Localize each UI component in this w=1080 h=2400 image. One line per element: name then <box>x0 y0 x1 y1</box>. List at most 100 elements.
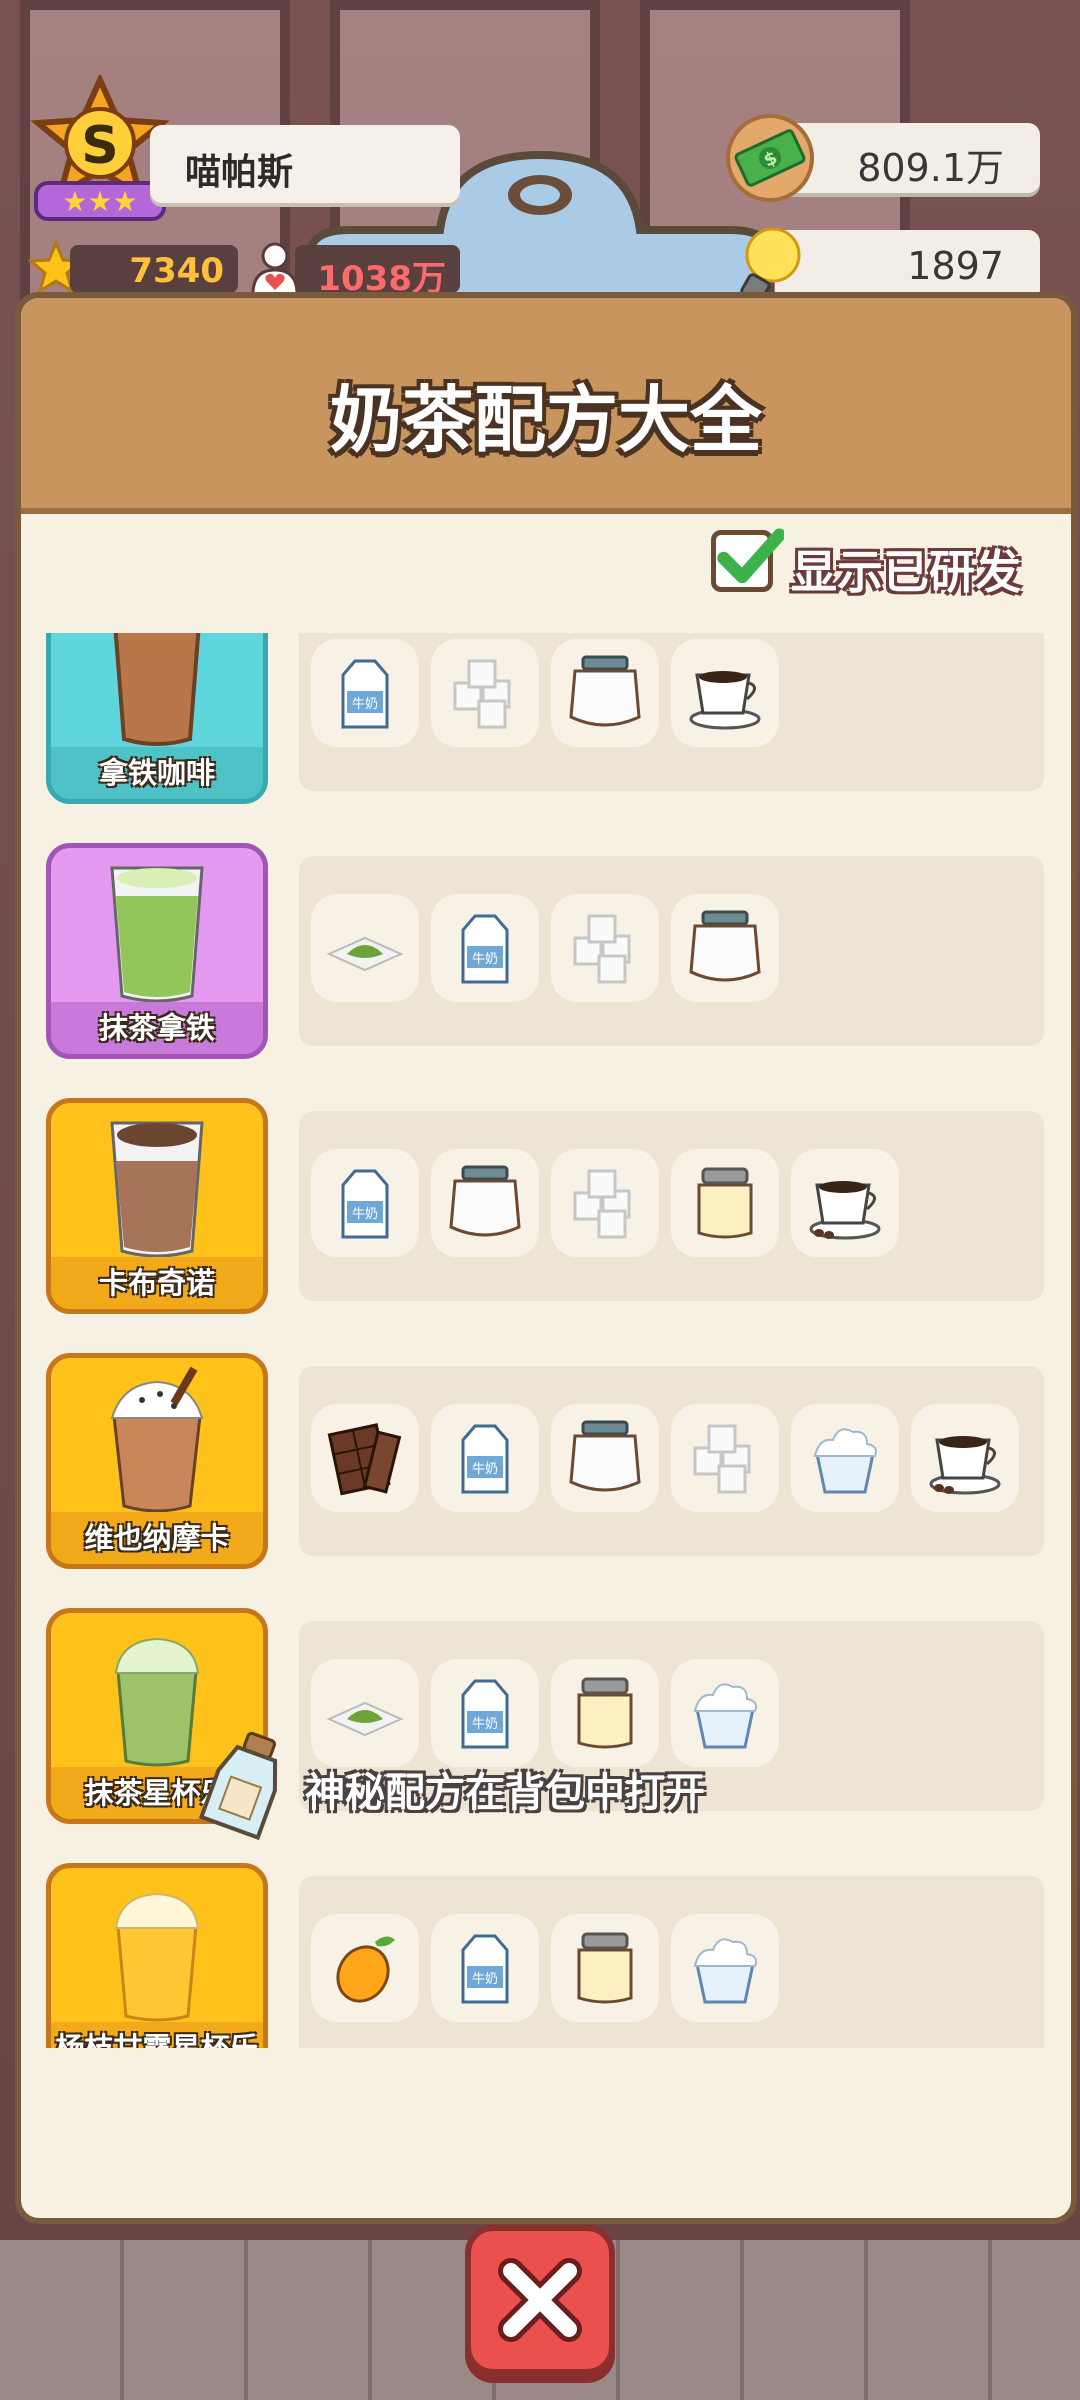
player-name-box[interactable]: 喵帕斯 <box>150 125 460 203</box>
ingredient-slot <box>431 1149 539 1257</box>
milk-carton-icon: 牛奶 <box>461 914 509 984</box>
ingredient-slot <box>311 1404 419 1512</box>
coffee-cup-icon <box>689 671 761 730</box>
ingredient-slot <box>671 639 779 747</box>
ingredient-slot: 牛奶 <box>311 1149 419 1257</box>
check-mark-icon <box>717 528 784 584</box>
ingredient-slot <box>551 1149 659 1257</box>
ingredient-slot <box>911 1404 1019 1512</box>
drink-card-vienna-mocha[interactable]: 维也纳摩卡 <box>46 1353 268 1569</box>
mango-icon <box>336 1936 395 2003</box>
svg-text:牛奶: 牛奶 <box>472 1972 498 1987</box>
milk-carton-icon: 牛奶 <box>341 1169 389 1239</box>
sugar-cubes-icon <box>573 1169 631 1239</box>
cream-jar-icon <box>569 655 641 727</box>
ingredient-slot <box>431 639 539 747</box>
recipe-row[interactable]: 拿铁咖啡 牛奶 <box>21 633 1071 808</box>
player-name: 喵帕斯 <box>185 152 294 193</box>
ingredient-slot: 牛奶 <box>431 1914 539 2022</box>
svg-text:牛奶: 牛奶 <box>352 1207 378 1222</box>
cream-jar-icon <box>569 1420 641 1492</box>
ingredient-panel: 牛奶 <box>299 1366 1044 1556</box>
ingredient-slot: 牛奶 <box>431 894 539 1002</box>
message-bottle-icon <box>198 1731 278 1840</box>
ingredient-slot <box>311 1914 419 2022</box>
star-count: 7340 <box>129 251 224 291</box>
ingredient-slot: 牛奶 <box>431 1404 539 1512</box>
hint-text: 神秘配方在背包中打开 <box>305 1770 705 1816</box>
ingredient-slot <box>671 1404 779 1512</box>
close-button[interactable] <box>465 2225 615 2375</box>
ideas-box[interactable]: 1897 <box>775 230 1040 300</box>
money-icon: $ <box>726 114 814 202</box>
cream-jar-icon <box>449 1165 521 1237</box>
ingredient-slot <box>551 639 659 747</box>
sugar-cubes-icon <box>573 914 631 984</box>
ingredient-slot <box>671 894 779 1002</box>
sugar-cubes-icon <box>693 1424 751 1494</box>
close-icon <box>498 2258 582 2342</box>
show-researched-label: 显示已研发 <box>791 545 1021 599</box>
matcha-powder-icon <box>326 936 404 972</box>
drink-name: 维也纳摩卡 <box>51 1512 263 1564</box>
condensed-milk-icon <box>697 1167 753 1239</box>
fans-count-box: 1038万 <box>295 245 460 299</box>
milk-carton-icon: 牛奶 <box>341 659 389 729</box>
whipped-cream-icon <box>813 1428 877 1494</box>
drink-name: 杨枝甘露星杯乐 <box>51 2022 263 2048</box>
star-count-box: 7340 <box>70 245 238 293</box>
svg-text:★★★: ★★★ <box>62 185 137 218</box>
svg-text:牛奶: 牛奶 <box>472 952 498 967</box>
drink-name: 抹茶拿铁 <box>51 1002 263 1054</box>
drink-name: 卡布奇诺 <box>51 1257 263 1309</box>
whipped-cream-icon <box>693 1938 757 2004</box>
ingredient-slot: 牛奶 <box>311 639 419 747</box>
coffee-cup-icon <box>929 1436 1001 1495</box>
condensed-milk-icon <box>577 1932 633 2004</box>
latte-drink-icon <box>113 633 201 746</box>
drink-card-cappuccino[interactable]: 卡布奇诺 <box>46 1098 268 1314</box>
ingredient-slot <box>791 1149 899 1257</box>
secret-recipe-hint: 神秘配方在背包中打开 <box>195 1730 895 1840</box>
ingredient-slot <box>551 1914 659 2022</box>
ingredient-slot <box>671 1149 779 1257</box>
recipe-row[interactable]: 维也纳摩卡 牛奶 <box>21 1353 1071 1573</box>
ideas-value: 1897 <box>907 244 1004 288</box>
sugar-cubes-icon <box>453 659 511 729</box>
ingredient-panel: 牛奶 <box>299 1111 1044 1301</box>
show-researched-toggle[interactable]: 显示已研发 <box>711 528 1051 600</box>
ingredient-slot <box>311 894 419 1002</box>
mango-pomelo-frappe-drink-icon <box>114 1892 200 2022</box>
ingredient-panel: 牛奶 <box>299 633 1044 791</box>
rank-letter: S <box>81 116 118 176</box>
drink-card-latte[interactable]: 拿铁咖啡 <box>46 633 268 804</box>
drink-card-mango-pomelo-frappe[interactable]: 杨枝甘露星杯乐 <box>46 1863 268 2048</box>
ingredient-slot <box>671 1914 779 2022</box>
drink-card-matcha-latte[interactable]: 抹茶拿铁 <box>46 843 268 1059</box>
svg-text:牛奶: 牛奶 <box>352 697 378 712</box>
drink-name: 拿铁咖啡 <box>51 747 263 799</box>
ingredient-slot <box>551 894 659 1002</box>
show-researched-checkbox[interactable] <box>711 528 784 592</box>
ingredient-panel: 牛奶 <box>299 1876 1044 2048</box>
recipe-row[interactable]: 卡布奇诺 牛奶 <box>21 1098 1071 1318</box>
cappuccino-drink-icon <box>110 1121 204 1258</box>
recipe-row[interactable]: 杨枝甘露星杯乐 牛奶 <box>21 1863 1071 2048</box>
ingredient-panel: 牛奶 <box>299 856 1044 1046</box>
recipe-book-panel: 奶茶配方大全 显示已研发 拿铁咖啡 牛奶 抹茶拿铁 牛奶 卡布奇诺 牛奶 维也纳… <box>15 292 1077 2224</box>
ingredient-slot <box>551 1404 659 1512</box>
panel-header: 奶茶配方大全 <box>21 298 1071 514</box>
coffee-cup-icon <box>809 1181 881 1240</box>
vienna-mocha-drink-icon <box>110 1366 204 1513</box>
milk-carton-icon: 牛奶 <box>461 1934 509 2004</box>
money-value: 809.1万 <box>857 146 1004 190</box>
chocolate-bar-icon <box>327 1423 402 1496</box>
matcha-latte-drink-icon <box>110 866 204 1003</box>
ingredient-slot <box>791 1404 899 1512</box>
rank-badge-icon: S ★★★ <box>30 75 170 221</box>
svg-text:牛奶: 牛奶 <box>472 1462 498 1477</box>
panel-title: 奶茶配方大全 <box>329 378 762 462</box>
recipe-row[interactable]: 抹茶拿铁 牛奶 <box>21 843 1071 1063</box>
cream-jar-icon <box>689 910 761 982</box>
milk-carton-icon: 牛奶 <box>461 1424 509 1494</box>
